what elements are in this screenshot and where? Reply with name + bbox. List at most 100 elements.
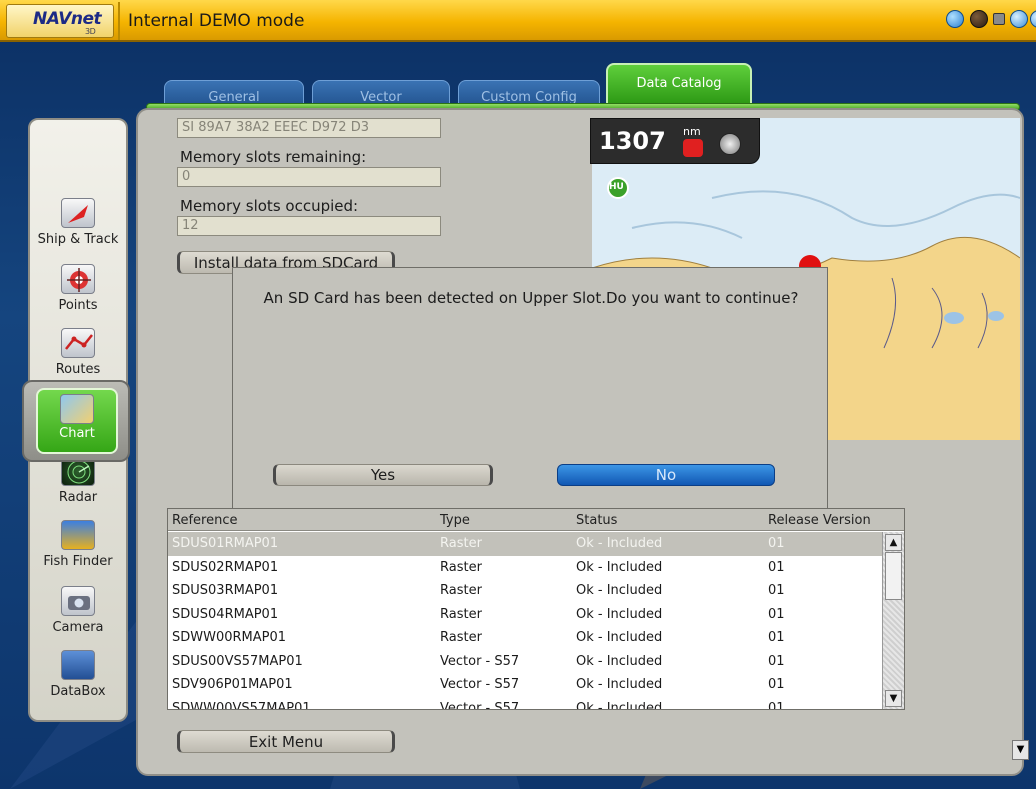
release-version-cell: 01: [768, 583, 785, 598]
reference-cell: SDUS01RMAP01: [172, 536, 279, 551]
table-row[interactable]: SDUS04RMAP01 Raster Ok - Included 01: [168, 603, 882, 627]
ship-track-icon: [61, 198, 95, 228]
app-title: Internal DEMO mode: [128, 11, 305, 31]
release-version-cell: 01: [768, 536, 785, 551]
table-row[interactable]: SDUS01RMAP01 Raster Ok - Included 01: [168, 532, 882, 556]
scroll-down-icon[interactable]: ▼: [885, 690, 902, 707]
column-header-status[interactable]: Status: [576, 513, 617, 528]
table-row[interactable]: SDUS03RMAP01 Raster Ok - Included 01: [168, 579, 882, 603]
side-item-ship-track[interactable]: Ship & Track: [30, 198, 126, 247]
logo-sub-text: 3D: [85, 27, 96, 36]
slots-remaining-label: Memory slots remaining:: [180, 148, 367, 166]
status-cell: Ok - Included: [576, 677, 663, 692]
routes-icon: [61, 328, 95, 358]
status-cell: Ok - Included: [576, 630, 663, 645]
scroll-up-icon[interactable]: ▲: [885, 534, 902, 551]
status-cell: Ok - Included: [576, 700, 663, 710]
type-cell: Vector - S57: [440, 700, 520, 710]
shield-icon[interactable]: [970, 10, 988, 28]
status-cell: Ok - Included: [576, 536, 663, 551]
type-cell: Raster: [440, 536, 482, 551]
column-header-reference[interactable]: Reference: [172, 513, 237, 528]
network-icon[interactable]: [1010, 10, 1028, 28]
compass-icon[interactable]: [719, 133, 741, 155]
side-item-points[interactable]: Points: [30, 264, 126, 313]
side-item-label: Camera: [52, 620, 104, 635]
side-item-radar[interactable]: Radar: [30, 456, 126, 505]
type-cell: Vector - S57: [440, 653, 520, 669]
exit-menu-button[interactable]: Exit Menu: [177, 730, 395, 753]
side-item-label: Points: [58, 298, 98, 313]
side-item-chart[interactable]: Chart: [22, 380, 130, 462]
slots-occupied-field: 12: [177, 216, 441, 236]
side-item-fish-finder[interactable]: Fish Finder: [30, 520, 126, 569]
system-id-field: SI 89A7 38A2 EEEC D972 D3: [177, 118, 441, 138]
camera-icon: [61, 586, 95, 616]
storage-icon[interactable]: [993, 13, 1005, 25]
type-cell: Vector - S57: [440, 677, 520, 692]
panel-scroll-down-icon[interactable]: ▼: [1012, 740, 1029, 760]
globe-icon[interactable]: [946, 10, 964, 28]
table-row[interactable]: SDWW00RMAP01 Raster Ok - Included 01: [168, 626, 882, 650]
release-version-cell: 01: [768, 630, 785, 645]
scroll-thumb[interactable]: [885, 552, 902, 600]
databox-icon: [61, 650, 95, 680]
reference-cell: SDUS02RMAP01: [172, 559, 279, 575]
column-header-release-version[interactable]: Release Version: [768, 513, 871, 528]
dialog-message: An SD Card has been detected on Upper Sl…: [263, 289, 799, 307]
type-cell: Raster: [440, 606, 482, 622]
fish-finder-icon: [61, 520, 95, 550]
points-icon: [61, 264, 95, 294]
release-version-cell: 01: [768, 559, 785, 575]
tab-data-catalog[interactable]: Data Catalog: [606, 63, 752, 103]
side-item-label: Ship & Track: [37, 232, 119, 247]
no-button[interactable]: No: [557, 464, 775, 486]
status-cell: Ok - Included: [576, 583, 663, 598]
navnet-logo: NAVnet 3D: [6, 4, 114, 38]
title-separator: [118, 2, 120, 40]
release-version-cell: 01: [768, 700, 785, 710]
slots-remaining-field: 0: [177, 167, 441, 187]
side-item-databox[interactable]: DataBox: [30, 650, 126, 699]
reference-cell: SDUS03RMAP01: [172, 583, 279, 598]
range-value: 1307: [599, 127, 666, 155]
status-cell: Ok - Included: [576, 559, 663, 575]
yes-button[interactable]: Yes: [273, 464, 493, 486]
heading-up-badge: HU: [609, 182, 624, 192]
side-item-label: Fish Finder: [43, 554, 113, 569]
release-version-cell: 01: [768, 653, 785, 669]
table-row[interactable]: SDV906P01MAP01 Vector - S57 Ok - Included 0…: [168, 673, 882, 697]
reference-cell: SDUS00VS57MAP01: [172, 653, 303, 669]
side-item-label: Radar: [58, 490, 98, 505]
sdcard-detected-dialog: An SD Card has been detected on Upper Sl…: [232, 267, 828, 513]
table-row[interactable]: SDWW00VS57MAP01 Vector - S57 Ok - Included…: [168, 697, 882, 710]
table-body: SDUS01RMAP01 Raster Ok - Included 01 SDUS02R…: [168, 532, 882, 710]
chart-icon: [60, 394, 94, 424]
type-cell: Raster: [440, 630, 482, 645]
reference-cell: SDWW00VS57MAP01: [172, 700, 311, 710]
side-item-chart-highlight: Chart: [36, 388, 118, 454]
column-header-type[interactable]: Type: [440, 513, 470, 528]
type-cell: Raster: [440, 583, 482, 598]
range-unit: nm: [683, 125, 701, 138]
range-readout: 1307 nm: [590, 118, 760, 164]
logo-text: NAVnet: [33, 9, 102, 29]
slots-occupied-label: Memory slots occupied:: [180, 197, 359, 215]
side-item-label: DataBox: [50, 684, 106, 699]
data-catalog-table: Reference Type Status Release Version SD…: [167, 508, 905, 710]
release-version-cell: 01: [768, 606, 785, 622]
type-cell: Raster: [440, 559, 482, 575]
reference-cell: SDWW00RMAP01: [172, 630, 287, 645]
side-item-routes[interactable]: Routes: [30, 328, 126, 382]
status-cell: Ok - Included: [576, 606, 663, 622]
table-row[interactable]: SDUS00VS57MAP01 Vector - S57 Ok - Included…: [168, 650, 882, 674]
status-cell: Ok - Included: [576, 653, 663, 669]
reference-cell: SDV906P01MAP01: [172, 677, 293, 692]
title-bar: NAVnet 3D Internal DEMO mode: [0, 0, 1036, 42]
reference-cell: SDUS04RMAP01: [172, 606, 279, 622]
range-icon[interactable]: [683, 139, 703, 157]
side-item-camera[interactable]: Camera: [30, 586, 126, 635]
status-icon[interactable]: [1030, 10, 1036, 28]
table-scrollbar[interactable]: ▲ ▼: [882, 532, 904, 709]
table-row[interactable]: SDUS02RMAP01 Raster Ok - Included 01: [168, 556, 882, 580]
